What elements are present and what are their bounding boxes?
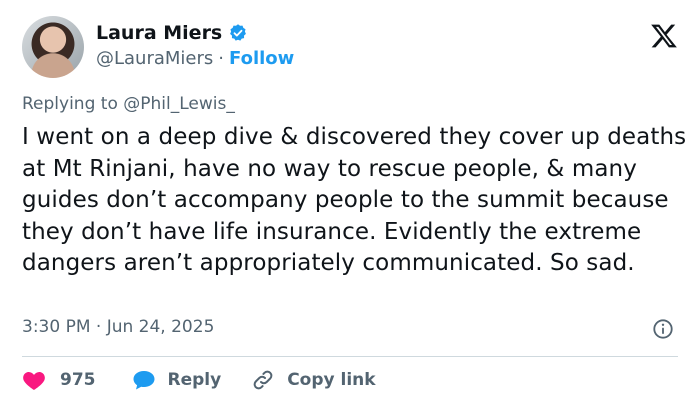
copy-link-label: Copy link [287, 370, 376, 390]
reply-label: Reply [167, 370, 222, 390]
like-count: 975 [60, 370, 96, 390]
copy-link-button[interactable]: Copy link [251, 368, 376, 392]
name-row: Laura Miers [96, 20, 294, 46]
info-icon[interactable] [652, 318, 674, 340]
separator-dot: · [218, 48, 225, 69]
author-block: Laura Miers @LauraMiers · Follow [96, 20, 294, 69]
author-name[interactable]: Laura Miers [96, 22, 222, 44]
author-handle[interactable]: @LauraMiers [96, 48, 213, 69]
reply-button[interactable]: Reply [132, 369, 222, 391]
verified-badge-icon [228, 23, 248, 43]
heart-icon [22, 369, 46, 391]
avatar[interactable] [22, 16, 84, 78]
handle-row: @LauraMiers · Follow [96, 48, 294, 69]
x-logo-icon[interactable] [650, 22, 678, 50]
link-icon [251, 368, 275, 392]
like-button[interactable]: 975 [22, 369, 96, 391]
tweet-text: I went on a deep dive & discovered they … [22, 124, 687, 276]
action-bar: 975 Reply Copy link [22, 368, 376, 392]
tweet-timestamp[interactable]: 3:30 PM · Jun 24, 2025 [22, 317, 214, 337]
divider [22, 356, 678, 357]
follow-button[interactable]: Follow [229, 48, 294, 69]
replying-to-label: Replying to @Phil_Lewis_ [22, 94, 235, 114]
reply-bubble-icon [132, 369, 156, 391]
